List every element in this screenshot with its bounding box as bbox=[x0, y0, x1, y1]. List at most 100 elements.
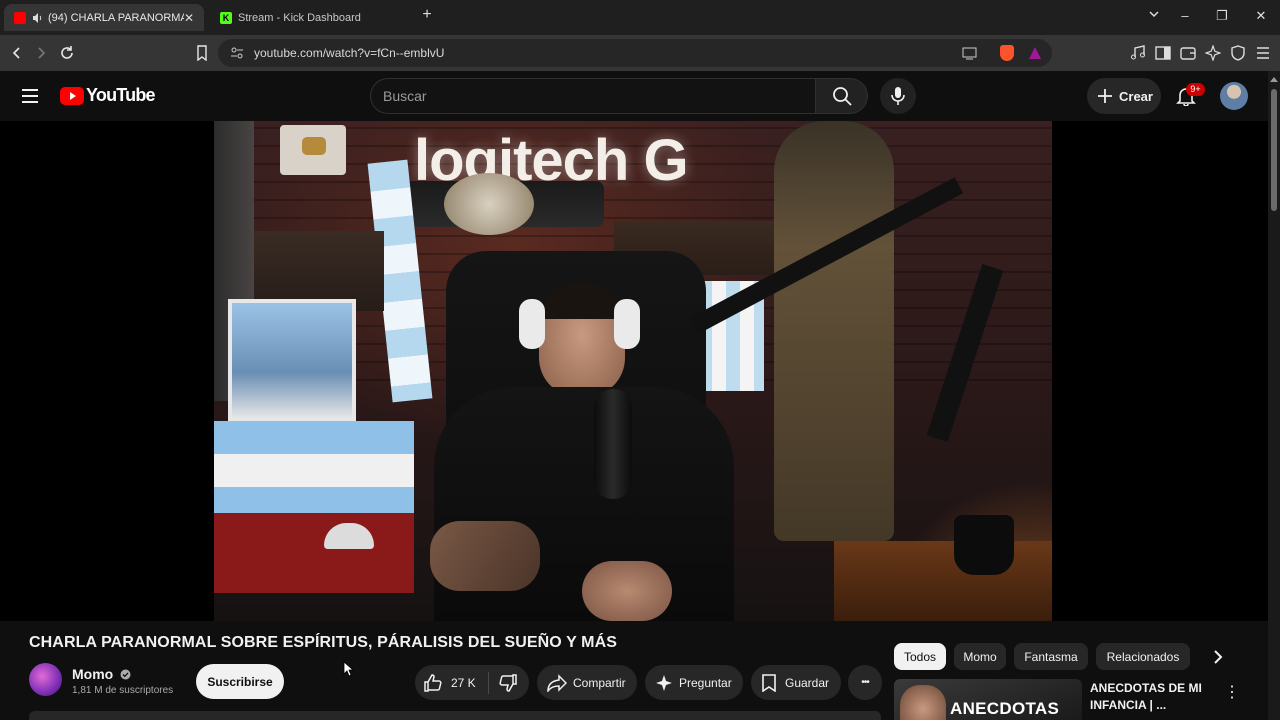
ask-button[interactable]: Preguntar bbox=[645, 665, 743, 700]
recommended-video-thumbnail[interactable]: ANECDOTAS bbox=[894, 679, 1082, 720]
youtube-logo[interactable]: YouTube bbox=[60, 85, 156, 106]
create-button[interactable]: Crear bbox=[1087, 78, 1161, 114]
notifications-button[interactable]: 9+ bbox=[1176, 83, 1205, 108]
leo-ai-icon[interactable] bbox=[1205, 45, 1221, 61]
like-button[interactable]: 27 K bbox=[415, 665, 476, 700]
ask-label: Preguntar bbox=[679, 675, 732, 690]
hamburger-menu-icon[interactable] bbox=[21, 88, 39, 104]
browser-toolbar: youtube.com/watch?v=fCn--emblvU bbox=[0, 35, 1280, 71]
red-cabinet bbox=[214, 513, 414, 593]
recommended-more-icon[interactable]: ⋮ bbox=[1224, 682, 1240, 702]
scroll-up-arrow-icon[interactable] bbox=[1270, 76, 1278, 82]
subscribe-button[interactable]: Suscribirse bbox=[196, 664, 284, 699]
tattooed-arm bbox=[430, 521, 540, 591]
youtube-logo-text: YouTube bbox=[86, 85, 156, 105]
vpn-shield-icon[interactable] bbox=[1230, 45, 1246, 61]
mouse-cursor-icon bbox=[343, 661, 353, 677]
play-button-award bbox=[280, 125, 346, 175]
youtube-favicon-icon bbox=[14, 11, 26, 24]
chip-fantasma[interactable]: Fantasma bbox=[1014, 643, 1088, 670]
desk bbox=[834, 541, 1052, 621]
page-scrollbar[interactable] bbox=[1268, 71, 1280, 720]
chips-next-chevron-icon[interactable] bbox=[1211, 650, 1225, 664]
dislike-button[interactable] bbox=[489, 665, 518, 700]
voice-search-button[interactable] bbox=[880, 78, 916, 114]
thumbs-down-icon bbox=[499, 673, 517, 692]
argentina-flag bbox=[214, 421, 414, 521]
video-player[interactable]: logitech G bbox=[0, 121, 1268, 621]
description-box[interactable] bbox=[29, 711, 881, 720]
plus-icon bbox=[1098, 89, 1112, 103]
soldier-mannequin bbox=[774, 121, 894, 541]
search-input[interactable] bbox=[383, 79, 803, 113]
headphone-left bbox=[519, 299, 545, 349]
menu-icon[interactable] bbox=[1255, 45, 1271, 61]
thumbnail-face bbox=[900, 685, 946, 720]
scrollbar-thumb[interactable] bbox=[1271, 89, 1277, 211]
championship-belt bbox=[384, 173, 604, 235]
video-title: CHARLA PARANORMAL SOBRE ESPÍRITUS, PÁRAL… bbox=[29, 634, 617, 651]
microphone-icon bbox=[891, 87, 905, 105]
headphone-right bbox=[614, 299, 640, 349]
tab-search-chevron-icon[interactable] bbox=[1144, 8, 1164, 23]
youtube-header: YouTube Crear 9+ bbox=[0, 71, 1268, 121]
back-button[interactable] bbox=[8, 44, 26, 62]
save-label: Guardar bbox=[785, 675, 830, 690]
tab-kick-dashboard[interactable]: K Stream - Kick Dashboard bbox=[210, 4, 410, 31]
site-settings-icon[interactable] bbox=[230, 46, 244, 60]
wallet-icon[interactable] bbox=[1180, 45, 1196, 61]
verified-check-icon bbox=[120, 669, 131, 680]
reload-icon bbox=[61, 46, 73, 59]
forward-button[interactable] bbox=[32, 44, 50, 62]
channel-name-text: Momo bbox=[72, 666, 114, 682]
chip-relacionados[interactable]: Relacionados bbox=[1096, 643, 1190, 670]
channel-name[interactable]: Momo bbox=[72, 666, 131, 682]
subscriber-count: 1,81 M de suscriptores bbox=[72, 685, 174, 696]
video-frame[interactable]: logitech G bbox=[214, 121, 1052, 621]
thumbs-up-icon bbox=[424, 673, 442, 692]
search-icon bbox=[832, 87, 852, 106]
brave-shields-icon[interactable] bbox=[1000, 45, 1014, 61]
brave-rewards-icon[interactable] bbox=[1028, 46, 1042, 60]
share-label: Compartir bbox=[573, 675, 626, 690]
youtube-play-logo-icon bbox=[60, 86, 84, 105]
channel-avatar[interactable] bbox=[29, 663, 62, 696]
address-bar[interactable]: youtube.com/watch?v=fCn--emblvU bbox=[218, 39, 1052, 67]
tab-title: Stream - Kick Dashboard bbox=[238, 11, 361, 24]
thumbnail-text: ANECDOTAS bbox=[950, 699, 1060, 718]
browser-tab-bar: (94) CHARLA PARANORMAL ✕ K Stream - Kick… bbox=[0, 0, 1280, 35]
bookmark-button[interactable] bbox=[193, 44, 211, 62]
tab-youtube[interactable]: (94) CHARLA PARANORMAL ✕ bbox=[4, 4, 204, 31]
chip-todos[interactable]: Todos bbox=[894, 643, 946, 670]
new-tab-button[interactable]: + bbox=[417, 6, 437, 24]
like-count: 27 K bbox=[451, 675, 476, 690]
bookmark-save-icon bbox=[762, 673, 776, 692]
framed-poster bbox=[228, 299, 356, 423]
speaker-icon bbox=[33, 12, 42, 23]
notification-badge: 9+ bbox=[1186, 83, 1205, 96]
sidebar-icon[interactable] bbox=[1155, 45, 1171, 61]
minimize-button[interactable]: – bbox=[1175, 8, 1195, 23]
back-arrow-icon bbox=[12, 47, 20, 59]
account-avatar[interactable] bbox=[1220, 82, 1248, 110]
media-icon[interactable] bbox=[1130, 45, 1146, 61]
forward-arrow-icon bbox=[38, 47, 46, 59]
create-label: Crear bbox=[1119, 88, 1153, 104]
sparkle-icon bbox=[656, 674, 672, 691]
chip-momo[interactable]: Momo bbox=[954, 643, 1006, 670]
close-window-button[interactable]: ✕ bbox=[1251, 8, 1271, 24]
search-box[interactable] bbox=[370, 78, 816, 114]
recommended-video-title[interactable]: ANECDOTAS DE MI INFANCIA | ... bbox=[1090, 680, 1210, 714]
more-actions-button[interactable]: ••• bbox=[848, 665, 882, 700]
kick-favicon-icon: K bbox=[220, 11, 232, 24]
restore-button[interactable]: ❐ bbox=[1212, 8, 1232, 24]
save-button[interactable]: Guardar bbox=[751, 665, 841, 700]
tab-close-icon[interactable]: ✕ bbox=[184, 11, 194, 25]
url-text: youtube.com/watch?v=fCn--emblvU bbox=[254, 46, 445, 60]
hands bbox=[582, 561, 672, 621]
bookmark-icon bbox=[197, 45, 207, 61]
reload-button[interactable] bbox=[58, 44, 76, 62]
share-button[interactable]: Compartir bbox=[537, 665, 637, 700]
cast-icon[interactable] bbox=[962, 46, 978, 60]
search-button[interactable] bbox=[816, 78, 868, 114]
